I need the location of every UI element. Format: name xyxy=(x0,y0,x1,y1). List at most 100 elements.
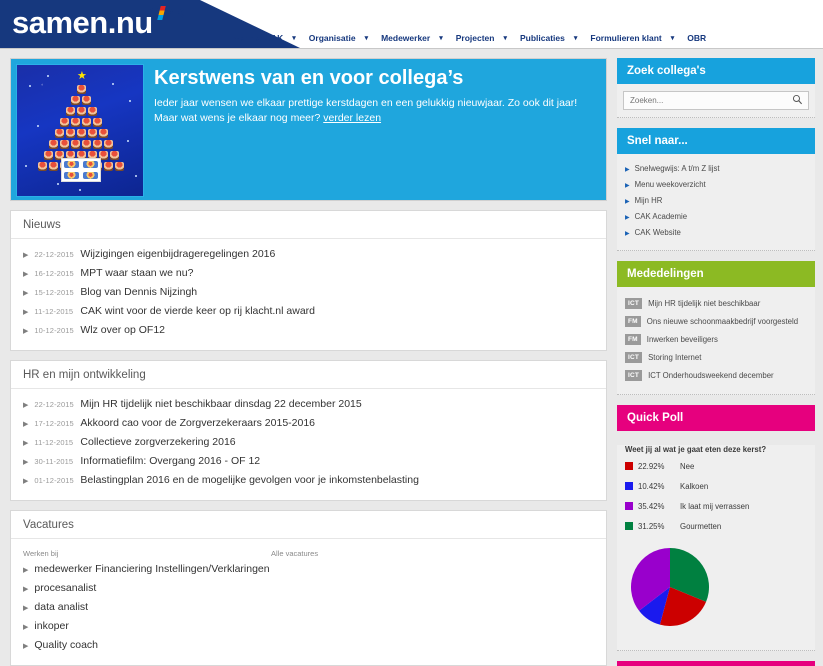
chevron-right-icon: ▶ xyxy=(625,198,630,205)
list-item[interactable]: ICT Storing Internet xyxy=(625,349,807,367)
announcements-list: ICT Mijn HR tijdelijk niet beschikbaar F… xyxy=(625,295,807,385)
hero-banner[interactable]: ★ Kerstwens van en voor collega’s Ieder … xyxy=(10,58,607,201)
vacancies-panel-body: Werken bij Alle vacatures ▶ medewerker F… xyxy=(11,539,606,665)
news-title: Blog van Dennis Nijzingh xyxy=(80,286,198,298)
chevron-right-icon: ▶ xyxy=(23,402,29,409)
search-input[interactable] xyxy=(623,91,809,110)
chevron-down-icon: ▾ xyxy=(439,34,443,42)
hr-date: 22-12-2015 xyxy=(34,400,74,409)
nav-label: OBR xyxy=(687,33,707,43)
list-item[interactable]: ▶ data analist xyxy=(23,598,594,617)
chevron-right-icon: ▶ xyxy=(23,586,29,593)
nav-label: Organisatie xyxy=(308,33,356,43)
quick-poll-widget-title: Quick Poll xyxy=(617,404,815,431)
list-item[interactable]: ICT Mijn HR tijdelijk niet beschikbaar xyxy=(625,295,807,313)
list-item[interactable]: FM Inwerken beveiligers xyxy=(625,331,807,349)
news-date: 22-12-2015 xyxy=(34,250,74,259)
cak-logo[interactable]: C AK xyxy=(149,6,186,22)
poll-result-row: 22.92% Nee xyxy=(625,462,807,471)
nav-item-organisatie[interactable]: Organisatie ▾ xyxy=(309,33,368,43)
legend-swatch xyxy=(625,522,633,531)
list-item[interactable]: ▶ 30-11-2015 Informatiefilm: Overgang 20… xyxy=(23,452,594,471)
chevron-right-icon: ▶ xyxy=(23,440,29,447)
chevron-right-icon: ▶ xyxy=(23,643,29,650)
vacancy-title: data analist xyxy=(34,601,89,613)
list-item[interactable]: ▶ 11-12-2015 Collectieve zorgverzekering… xyxy=(23,433,594,452)
hr-list: ▶ 22-12-2015 Mijn HR tijdelijk niet besc… xyxy=(23,395,594,490)
list-item[interactable]: FM Ons nieuwe schoonmaakbedrijf voorgest… xyxy=(625,313,807,331)
site-header: samen.nu C AK Over het CAK ▾ Organisatie … xyxy=(0,0,823,48)
chevron-right-icon: ▶ xyxy=(23,328,29,335)
status-badge: ICT xyxy=(625,370,643,382)
list-item[interactable]: ▶ Quality coach xyxy=(23,636,594,655)
gift-box-icon xyxy=(61,158,101,182)
hr-date: 11-12-2015 xyxy=(34,438,74,447)
poll-result-row: 31.25% Gourmetten xyxy=(625,522,807,531)
hr-date: 30-11-2015 xyxy=(34,457,74,466)
quicklink-label: Snelwegwijs: A t/m Z lijst xyxy=(634,164,720,174)
vacancies-subheader: Werken bij Alle vacatures xyxy=(23,545,594,560)
chevron-down-icon: ▾ xyxy=(292,34,296,42)
hero-read-more-link[interactable]: verder lezen xyxy=(323,112,381,124)
chevron-right-icon: ▶ xyxy=(23,290,29,297)
nav-label: Medewerker xyxy=(381,33,431,43)
hr-title: Belastingplan 2016 en de mogelijke gevol… xyxy=(80,474,419,486)
nav-item-obr[interactable]: OBR xyxy=(687,33,706,43)
nav-item-medewerker[interactable]: Medewerker ▾ xyxy=(381,33,443,43)
hero-text-block: Kerstwens van en voor collega’s Ieder ja… xyxy=(154,67,598,126)
list-item[interactable]: ▶ 01-12-2015 Belastingplan 2016 en de mo… xyxy=(23,471,594,490)
list-item[interactable]: ▶ 11-12-2015 CAK wint voor de vierde kee… xyxy=(23,302,594,321)
news-date: 10-12-2015 xyxy=(34,326,74,335)
chevron-down-icon: ▾ xyxy=(364,34,369,42)
list-item[interactable]: ▶ medewerker Financiering Instellingen/V… xyxy=(23,560,594,579)
poll-option-label: Gourmetten xyxy=(680,521,722,531)
search-icon[interactable] xyxy=(792,94,803,105)
list-item[interactable]: ▶ Snelwegwijs: A t/m Z lijst xyxy=(625,162,807,178)
hero-description: Ieder jaar wensen we elkaar prettige ker… xyxy=(154,96,598,126)
list-item[interactable]: ICT ICT Onderhoudsweekend december xyxy=(625,367,807,385)
list-item[interactable]: ▶ 10-12-2015 Wlz over op OF12 xyxy=(23,321,594,340)
list-item[interactable]: ▶ 15-12-2015 Blog van Dennis Nijzingh xyxy=(23,283,594,302)
chevron-right-icon: ▶ xyxy=(23,252,29,259)
list-item[interactable]: ▶ 22-12-2015 Wijzigingen eigenbijdragere… xyxy=(23,245,594,264)
main-navigation: Over het CAK ▾ Organisatie ▾ Medewerker … xyxy=(228,30,719,46)
calendar-widget: Kalender 24 december : Pand sluit om 16.… xyxy=(617,660,815,666)
page-root: samen.nu C AK Over het CAK ▾ Organisatie … xyxy=(0,0,823,666)
announcement-label: ICT Onderhoudsweekend december xyxy=(648,371,774,381)
site-logo-samen-nu[interactable]: samen.nu xyxy=(12,6,153,40)
chevron-down-icon: ▾ xyxy=(670,34,675,42)
news-panel: Nieuws ▶ 22-12-2015 Wijzigingen eigenbij… xyxy=(10,210,607,351)
nav-item-over-het-cak[interactable]: Over het CAK ▾ xyxy=(228,33,296,43)
quicklinks-widget: Snel naar... ▶ Snelwegwijs: A t/m Z lijs… xyxy=(617,128,815,251)
nav-item-publicaties[interactable]: Publicaties ▾ xyxy=(520,33,577,43)
nav-label: Publicaties xyxy=(520,33,565,43)
chevron-right-icon: ▶ xyxy=(23,421,29,428)
list-item[interactable]: ▶ Mijn HR xyxy=(625,194,807,210)
hr-title: Collectieve zorgverzekering 2016 xyxy=(80,436,236,448)
search-widget-body xyxy=(617,84,815,118)
list-item[interactable]: ▶ 17-12-2015 Akkoord cao voor de Zorgver… xyxy=(23,414,594,433)
list-item[interactable]: ▶ procesanalist xyxy=(23,579,594,598)
announcement-label: Ons nieuwe schoonmaakbedrijf voorgesteld xyxy=(646,317,799,327)
status-badge: ICT xyxy=(625,352,643,364)
nav-item-projecten[interactable]: Projecten ▾ xyxy=(456,33,507,43)
quick-poll-widget: Quick Poll Weet jij al wat je gaat eten … xyxy=(617,404,815,651)
list-item[interactable]: ▶ Menu weekoverzicht xyxy=(625,178,807,194)
nav-item-formulieren-klant[interactable]: Formulieren klant ▾ xyxy=(590,33,674,43)
list-item[interactable]: ▶ inkoper xyxy=(23,617,594,636)
header-divider xyxy=(0,48,823,55)
news-title: Wlz over op OF12 xyxy=(80,324,166,336)
quicklinks-widget-body: ▶ Snelwegwijs: A t/m Z lijst ▶ Menu week… xyxy=(617,154,815,251)
chevron-down-icon: ▾ xyxy=(503,34,507,42)
vacancies-col-alle-vacatures[interactable]: Alle vacatures xyxy=(271,549,318,558)
list-item[interactable]: ▶ CAK Academie xyxy=(625,209,807,225)
left-column: ★ Kerstwens van en voor collega’s Ieder … xyxy=(10,58,607,666)
list-item[interactable]: ▶ CAK Website xyxy=(625,225,807,241)
hr-panel-title: HR en mijn ontwikkeling xyxy=(11,361,606,389)
announcements-widget-title: Mededelingen xyxy=(617,260,815,287)
list-item[interactable]: ▶ 22-12-2015 Mijn HR tijdelijk niet besc… xyxy=(23,395,594,414)
vacancies-list: ▶ medewerker Financiering Instellingen/V… xyxy=(23,560,594,655)
chevron-right-icon: ▶ xyxy=(23,271,29,278)
list-item[interactable]: ▶ 16-12-2015 MPT waar staan we nu? xyxy=(23,264,594,283)
poll-result-row: 35.42% Ik laat mij verrassen xyxy=(625,502,807,511)
